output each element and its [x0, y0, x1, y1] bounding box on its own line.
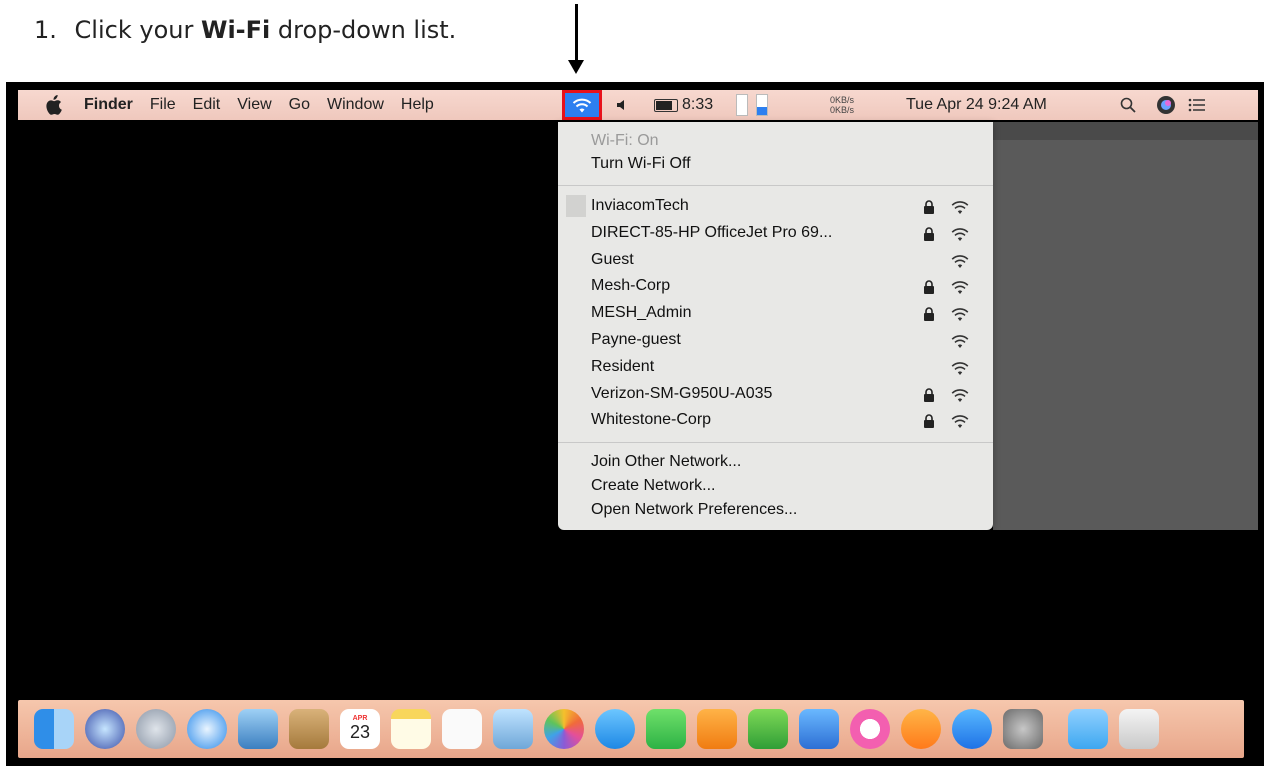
dock: APR 23: [18, 700, 1244, 758]
open-network-preferences[interactable]: Open Network Preferences...: [591, 501, 797, 519]
calendar-icon[interactable]: APR 23: [340, 709, 380, 749]
pointer-arrow-head: [568, 60, 584, 74]
battery-icon: [654, 98, 678, 112]
wifi-signal-icon: [951, 388, 969, 402]
wifi-signal-icon: [951, 362, 969, 375]
wifi-signal-icon: [951, 308, 969, 322]
mail-icon[interactable]: [238, 709, 278, 749]
menu-window[interactable]: Window: [327, 96, 384, 114]
numbers-icon[interactable]: [748, 709, 788, 749]
network-item[interactable]: Payne-guest: [591, 331, 681, 349]
lock-icon: [924, 414, 934, 429]
clock[interactable]: Tue Apr 24 9:24 AM: [906, 90, 1047, 120]
contacts-icon[interactable]: [289, 709, 329, 749]
lock-icon: [924, 227, 934, 241]
net-down: 0KB/s: [830, 105, 855, 115]
menu-help[interactable]: Help: [401, 96, 434, 114]
network-item[interactable]: Verizon-SM-G950U-A035: [591, 385, 772, 403]
step-number: 1.: [34, 16, 57, 44]
menu-finder[interactable]: Finder: [84, 96, 133, 114]
separator: [558, 185, 993, 186]
magnifier-icon[interactable]: [1120, 90, 1136, 120]
battery-status[interactable]: 8:33: [654, 90, 713, 120]
lock-icon: [924, 280, 934, 295]
network-item[interactable]: Whitestone-Corp: [591, 411, 711, 429]
calendar-month: APR: [352, 715, 368, 722]
facetime-icon[interactable]: [646, 709, 686, 749]
pointer-arrow-line: [575, 4, 578, 64]
turn-wifi-off[interactable]: Turn Wi-Fi Off: [591, 155, 691, 173]
memory-meter: [756, 94, 768, 116]
battery-time: 8:33: [682, 96, 714, 113]
join-other-network[interactable]: Join Other Network...: [591, 453, 741, 471]
create-network[interactable]: Create Network...: [591, 477, 715, 495]
wifi-signal-icon: [951, 335, 969, 348]
instruction-prefix: Click your: [74, 16, 194, 44]
network-item[interactable]: DIRECT-85-HP OfficeJet Pro 69...: [591, 224, 832, 242]
wifi-signal-icon: [951, 201, 969, 214]
wifi-signal-icon: [951, 254, 969, 268]
network-item[interactable]: Mesh-Corp: [591, 277, 670, 295]
reminders-icon[interactable]: [442, 709, 482, 749]
messages-icon[interactable]: [595, 709, 635, 749]
network-item[interactable]: MESH_Admin: [591, 304, 691, 322]
instruction-bold: Wi-Fi: [200, 16, 271, 44]
network-item[interactable]: Resident: [591, 358, 654, 376]
wifi-signal-icon: [951, 228, 969, 241]
network-speed[interactable]: 0KB/s 0KB/s: [830, 90, 854, 120]
pages-icon[interactable]: [697, 709, 737, 749]
memory-meters[interactable]: [736, 90, 776, 120]
window-strip: [993, 122, 1258, 140]
menu-file[interactable]: File: [150, 96, 176, 114]
cpu-meter: [736, 94, 748, 116]
trash-icon[interactable]: [1119, 709, 1159, 749]
lock-icon: [924, 200, 934, 214]
wifi-dropdown-menu: Wi-Fi: On Turn Wi-Fi Off InviacomTech DIR…: [558, 122, 993, 530]
system-preferences-icon[interactable]: [1003, 709, 1043, 749]
apple-icon[interactable]: [42, 95, 64, 115]
menu-bar: Finder File Edit View Go Window Help 8:3…: [18, 90, 1258, 120]
launchpad-icon[interactable]: [136, 709, 176, 749]
finder-icon[interactable]: [34, 709, 74, 749]
menu-edit[interactable]: Edit: [193, 96, 221, 114]
net-up: 0KB/s: [830, 95, 855, 105]
app-store-icon[interactable]: [952, 709, 992, 749]
instruction-suffix: drop-down list.: [277, 16, 457, 44]
folder-icon[interactable]: [1068, 709, 1108, 749]
itunes-icon[interactable]: [850, 709, 890, 749]
background-window: [993, 122, 1258, 530]
notes-icon[interactable]: [391, 709, 431, 749]
preview-icon[interactable]: [493, 709, 533, 749]
menu-view[interactable]: View: [237, 96, 271, 114]
safari-icon[interactable]: [187, 709, 227, 749]
menu-go[interactable]: Go: [289, 96, 310, 114]
separator: [558, 442, 993, 443]
instruction-text: 1. Click your Wi-Fi drop-down list.: [34, 16, 456, 44]
speaker-icon[interactable]: [616, 90, 630, 120]
calendar-day: 23: [349, 722, 371, 742]
selection-indicator: [566, 195, 586, 217]
siri-icon[interactable]: [1156, 90, 1176, 120]
network-item[interactable]: Guest: [591, 251, 634, 269]
wifi-icon: [572, 98, 592, 113]
wifi-status: Wi-Fi: On: [591, 132, 659, 149]
lock-icon: [924, 307, 934, 322]
ibooks-icon[interactable]: [901, 709, 941, 749]
wifi-signal-icon: [951, 415, 969, 429]
wifi-signal-icon: [951, 281, 969, 295]
photos-icon[interactable]: [544, 709, 584, 749]
network-item[interactable]: InviacomTech: [591, 197, 689, 215]
lock-icon: [924, 387, 934, 402]
wifi-menu-button[interactable]: [562, 90, 602, 120]
keynote-icon[interactable]: [799, 709, 839, 749]
list-icon[interactable]: [1188, 90, 1206, 120]
siri-icon[interactable]: [85, 709, 125, 749]
